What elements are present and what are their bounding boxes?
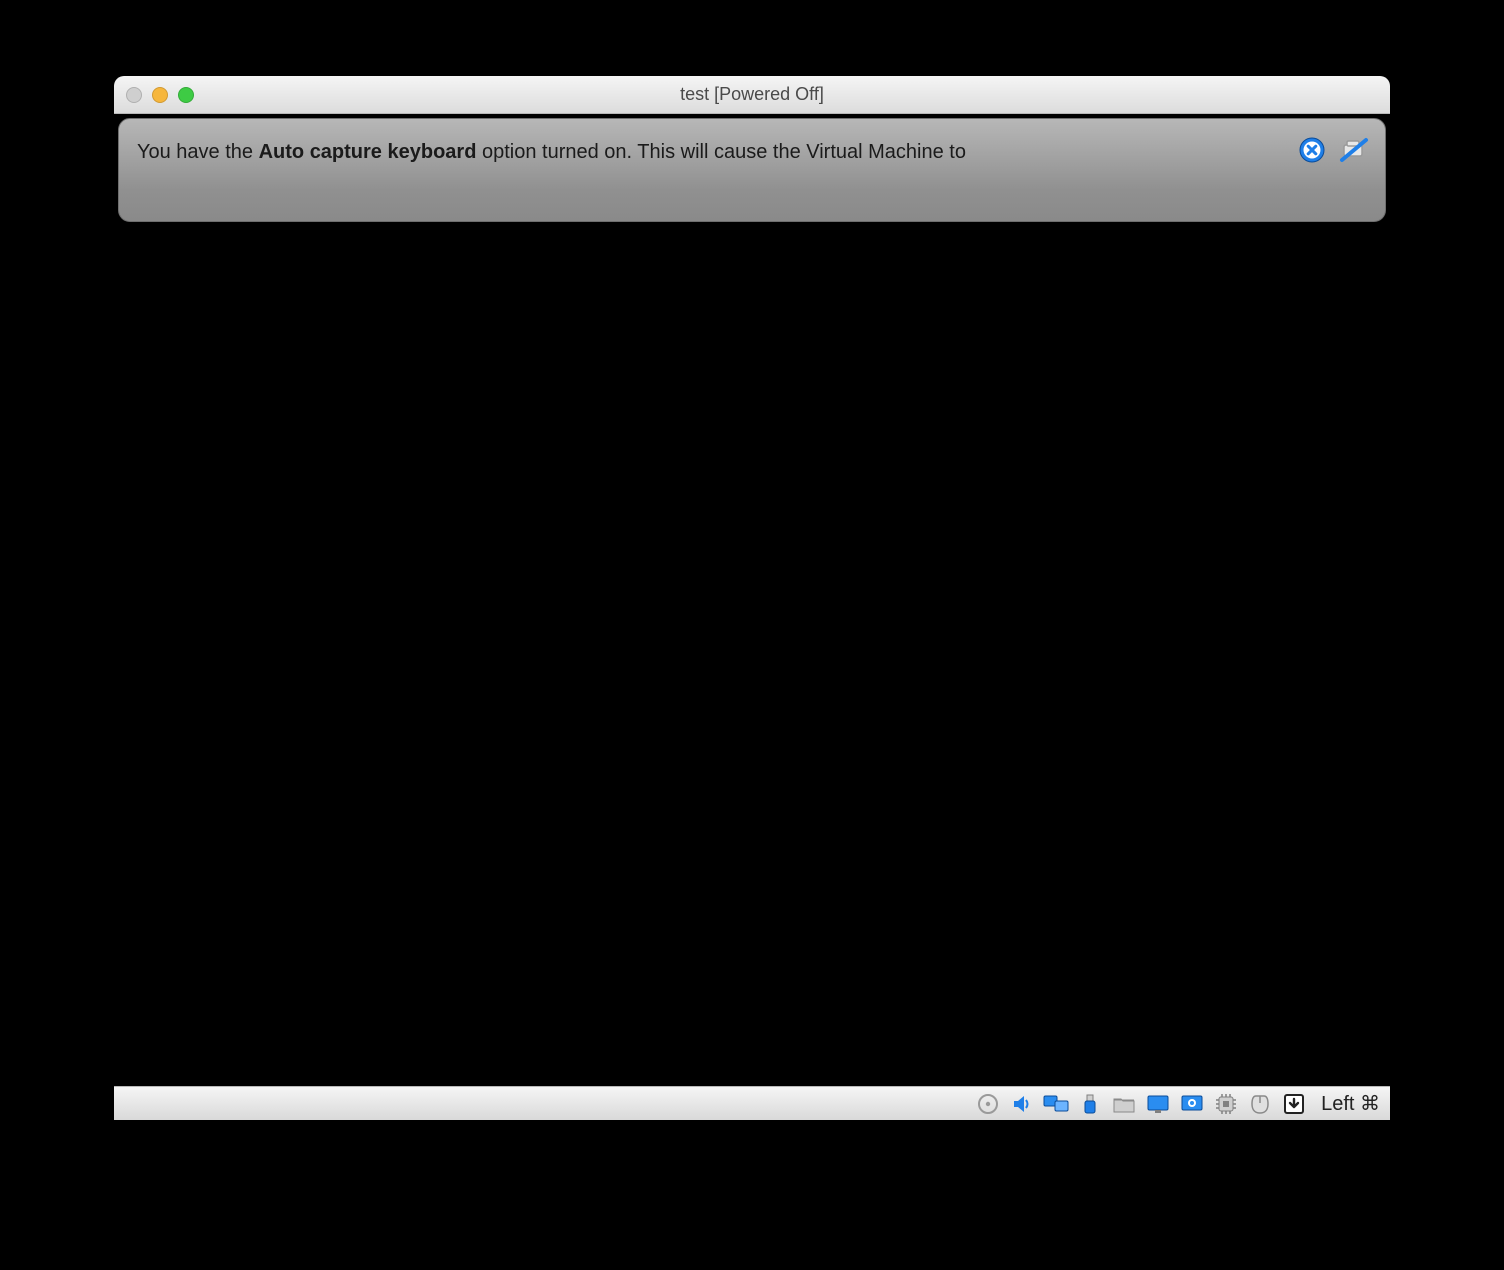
mouse-integration-icon[interactable] [1247,1091,1273,1117]
shared-folder-icon[interactable] [1111,1091,1137,1117]
recording-icon[interactable] [1179,1091,1205,1117]
audio-icon[interactable] [1009,1091,1035,1117]
notification-text: You have the Auto capture keyboard optio… [137,141,966,164]
minimize-button[interactable] [152,87,168,103]
titlebar[interactable]: test [Powered Off] [114,76,1390,114]
notification-text-prefix: You have the [137,141,259,163]
usb-icon[interactable] [1077,1091,1103,1117]
display-icon[interactable] [1145,1091,1171,1117]
maximize-button[interactable] [178,87,194,103]
notification-actions [1299,137,1369,163]
notification-bar: You have the Auto capture keyboard optio… [118,118,1386,222]
notification-text-bold: Auto capture keyboard [259,141,477,163]
cpu-icon[interactable] [1213,1091,1239,1117]
dismiss-notification-button[interactable] [1299,137,1325,163]
window-title: test [Powered Off] [114,84,1390,105]
notification-text-suffix: option turned on. This will cause the Vi… [476,141,966,163]
close-button[interactable] [126,87,142,103]
suppress-notification-button[interactable] [1339,137,1369,163]
host-key-label: Left ⌘ [1321,1091,1380,1116]
statusbar: Left ⌘ [114,1086,1390,1120]
vm-window: test [Powered Off] You have the Auto cap… [114,76,1390,1120]
optical-drive-icon[interactable] [975,1091,1001,1117]
network-icon[interactable] [1043,1091,1069,1117]
vm-display[interactable] [114,222,1390,1086]
traffic-lights [126,87,194,103]
keyboard-capture-icon[interactable] [1281,1091,1307,1117]
